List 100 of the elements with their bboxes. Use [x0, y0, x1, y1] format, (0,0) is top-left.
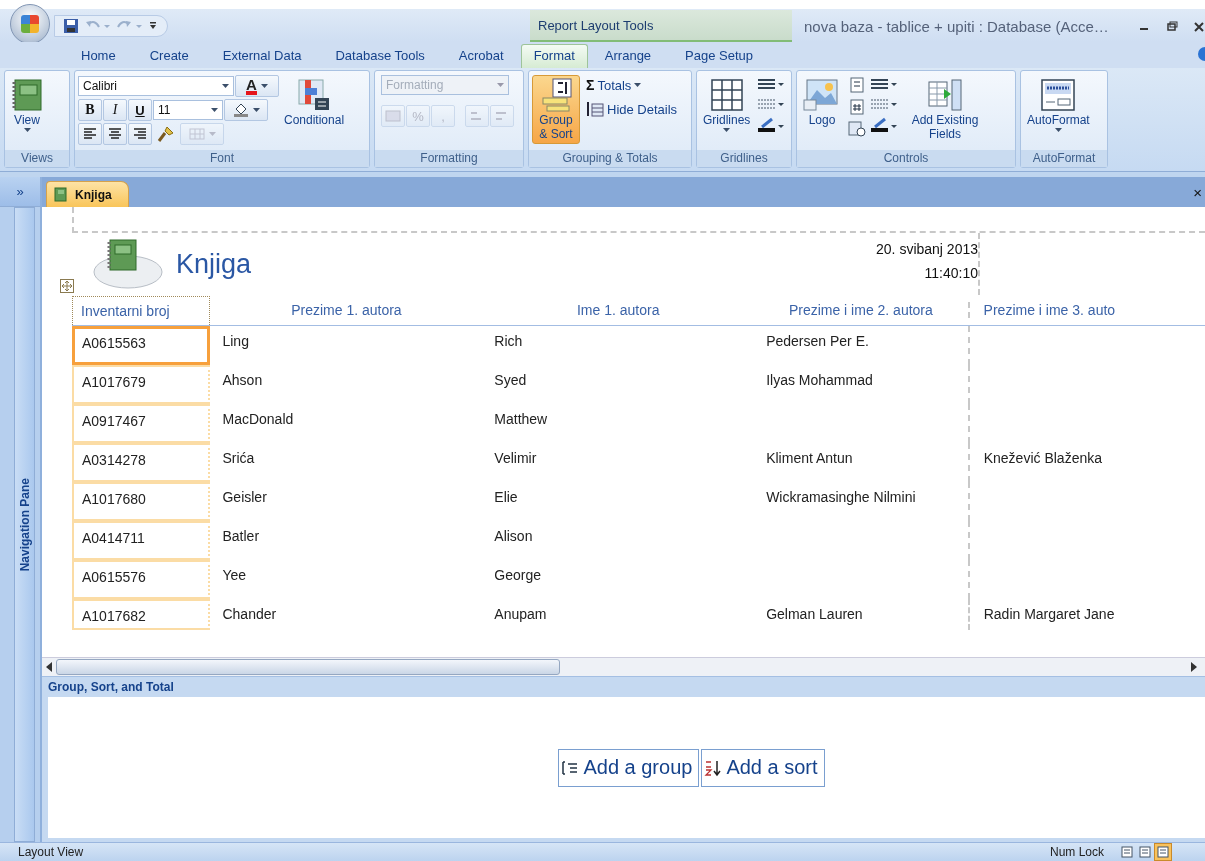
close-button[interactable]: × [1193, 183, 1202, 201]
sort-icon [704, 758, 723, 777]
pen-icon[interactable] [757, 117, 786, 133]
hide-details-button[interactable]: Hide Details [584, 99, 680, 119]
table-cell: MacDonald [222, 411, 294, 427]
table-cell: Yee [222, 567, 247, 583]
ribbon-tab[interactable]: Create [132, 45, 206, 68]
add-sort-button[interactable]: Add a sort [701, 748, 825, 787]
customize-icon[interactable] [149, 21, 157, 31]
ribbon-tab[interactable]: Page Setup [668, 45, 771, 68]
column-header: Prezime i ime 2. autora [787, 302, 934, 318]
table-cell[interactable]: A1017680 [72, 482, 211, 521]
table-cell: Knežević Blaženka [983, 450, 1102, 466]
table-cell: Syed [494, 372, 527, 388]
table-cell: Pedersen Per E. [766, 333, 869, 349]
view-button[interactable]: View [8, 75, 46, 135]
report-title: Knjiga [176, 248, 252, 280]
table-cell[interactable]: A1017679 [72, 365, 211, 404]
group-label: Views [5, 150, 69, 167]
report-date: 20. svibanj 2013 [876, 241, 978, 257]
save-icon[interactable] [63, 18, 79, 34]
caret-icon [208, 132, 216, 136]
line-style-icon[interactable] [757, 97, 786, 111]
group-label: Font [75, 150, 369, 167]
table-cell[interactable]: A0314278 [72, 443, 211, 482]
font-size-field[interactable]: 11 [153, 100, 223, 120]
navigation-pane-label[interactable]: Navigation Pane [17, 477, 32, 572]
table-cell: Kliment Antun [766, 450, 853, 466]
table-cell: Ling [222, 333, 249, 349]
scroll-thumb[interactable] [56, 659, 560, 675]
column-header: Prezime i ime 3. auto [967, 302, 1205, 318]
group-label: Grouping & Totals [529, 150, 691, 167]
table-cell: Anupam [494, 606, 547, 622]
table-cell: Chander [222, 606, 277, 622]
restore-icon[interactable] [1166, 20, 1178, 32]
table-cell[interactable]: A0414711 [72, 521, 211, 560]
office-button[interactable] [10, 4, 50, 44]
ribbon-tab[interactable]: Arrange [587, 45, 669, 68]
close-icon[interactable] [1194, 20, 1204, 32]
gridlines-button[interactable]: Gridlines [700, 75, 754, 135]
report-logo-icon [92, 238, 164, 290]
logo-button[interactable]: Logo [800, 75, 844, 130]
column-header: Inventarni broj [72, 295, 211, 325]
add-existing-fields-button[interactable]: Add Existing Fields [902, 75, 988, 144]
table-cell: Radin Margaret Jane [983, 606, 1115, 622]
table-cell: Ahson [222, 372, 263, 388]
document-tab[interactable]: Knjiga [46, 181, 129, 207]
table-cell[interactable]: A0615576 [72, 560, 211, 599]
table-cell[interactable]: A1017682 [72, 599, 211, 630]
ribbon-tab[interactable]: Acrobat [441, 45, 521, 68]
table-cell[interactable]: A0917467 [72, 404, 211, 443]
caret-icon [211, 108, 218, 112]
brush-icon[interactable] [157, 125, 175, 143]
conditional-format-icon [297, 78, 331, 112]
autoformat-icon [1040, 78, 1077, 112]
ribbon-tab[interactable]: Format [520, 44, 588, 68]
font-color-button[interactable]: A [235, 75, 279, 97]
group-sort-button[interactable]: Group & Sort [532, 75, 580, 144]
page-number-icon[interactable] [848, 99, 866, 115]
align-center-button[interactable] [103, 123, 127, 145]
horizontal-scrollbar[interactable] [42, 657, 1205, 676]
line-style-icon[interactable] [870, 97, 898, 111]
conditional-button[interactable]: Conditional [281, 75, 348, 130]
line-width-icon[interactable] [870, 77, 898, 91]
table-cell: Ilyas Mohammad [766, 372, 873, 388]
table-cell[interactable]: A0615563 [72, 326, 211, 365]
table-cell: Rich [494, 333, 523, 349]
pane-title: Group, Sort, and Total [48, 680, 174, 694]
group-sort-icon [539, 78, 573, 112]
help-icon[interactable] [1197, 46, 1205, 62]
line-width-icon[interactable] [757, 77, 786, 91]
ribbon-tab[interactable]: External Data [205, 45, 319, 68]
table-cell: Elie [494, 489, 518, 505]
totals-button[interactable]: Σ Totals [584, 75, 680, 95]
autoformat-button[interactable]: AutoFormat [1024, 75, 1093, 135]
date-time-icon[interactable] [848, 121, 866, 137]
field-list-icon [927, 78, 963, 112]
ribbon-tab[interactable]: Home [64, 45, 133, 68]
move-handle-icon[interactable] [60, 279, 74, 293]
grid-icon [709, 78, 744, 112]
caret-icon [260, 84, 268, 88]
caret-icon [252, 108, 260, 112]
fill-color-button[interactable] [224, 99, 268, 121]
report-icon [53, 187, 67, 202]
add-group-button[interactable]: Add a group [558, 748, 700, 787]
pen-icon[interactable] [870, 117, 898, 133]
title-icon[interactable] [848, 77, 866, 93]
ribbon-tab[interactable]: Database Tools [318, 45, 442, 68]
group-label: Controls [797, 150, 1015, 167]
bold-button[interactable]: B [78, 99, 102, 121]
underline-button[interactable]: U [128, 99, 152, 121]
context-tab-header: Report Layout Tools [530, 10, 792, 42]
view-mode-button[interactable] [1154, 843, 1173, 861]
italic-button[interactable]: I [103, 99, 127, 121]
align-right-icon [133, 128, 147, 140]
window-title: nova baza - tablice + upiti : Database (Acce… [803, 17, 1110, 35]
align-right-button[interactable] [128, 123, 152, 145]
table-cell: Velimir [494, 450, 537, 466]
align-left-button[interactable] [78, 123, 102, 145]
font-name-field[interactable]: Calibri [78, 76, 234, 96]
